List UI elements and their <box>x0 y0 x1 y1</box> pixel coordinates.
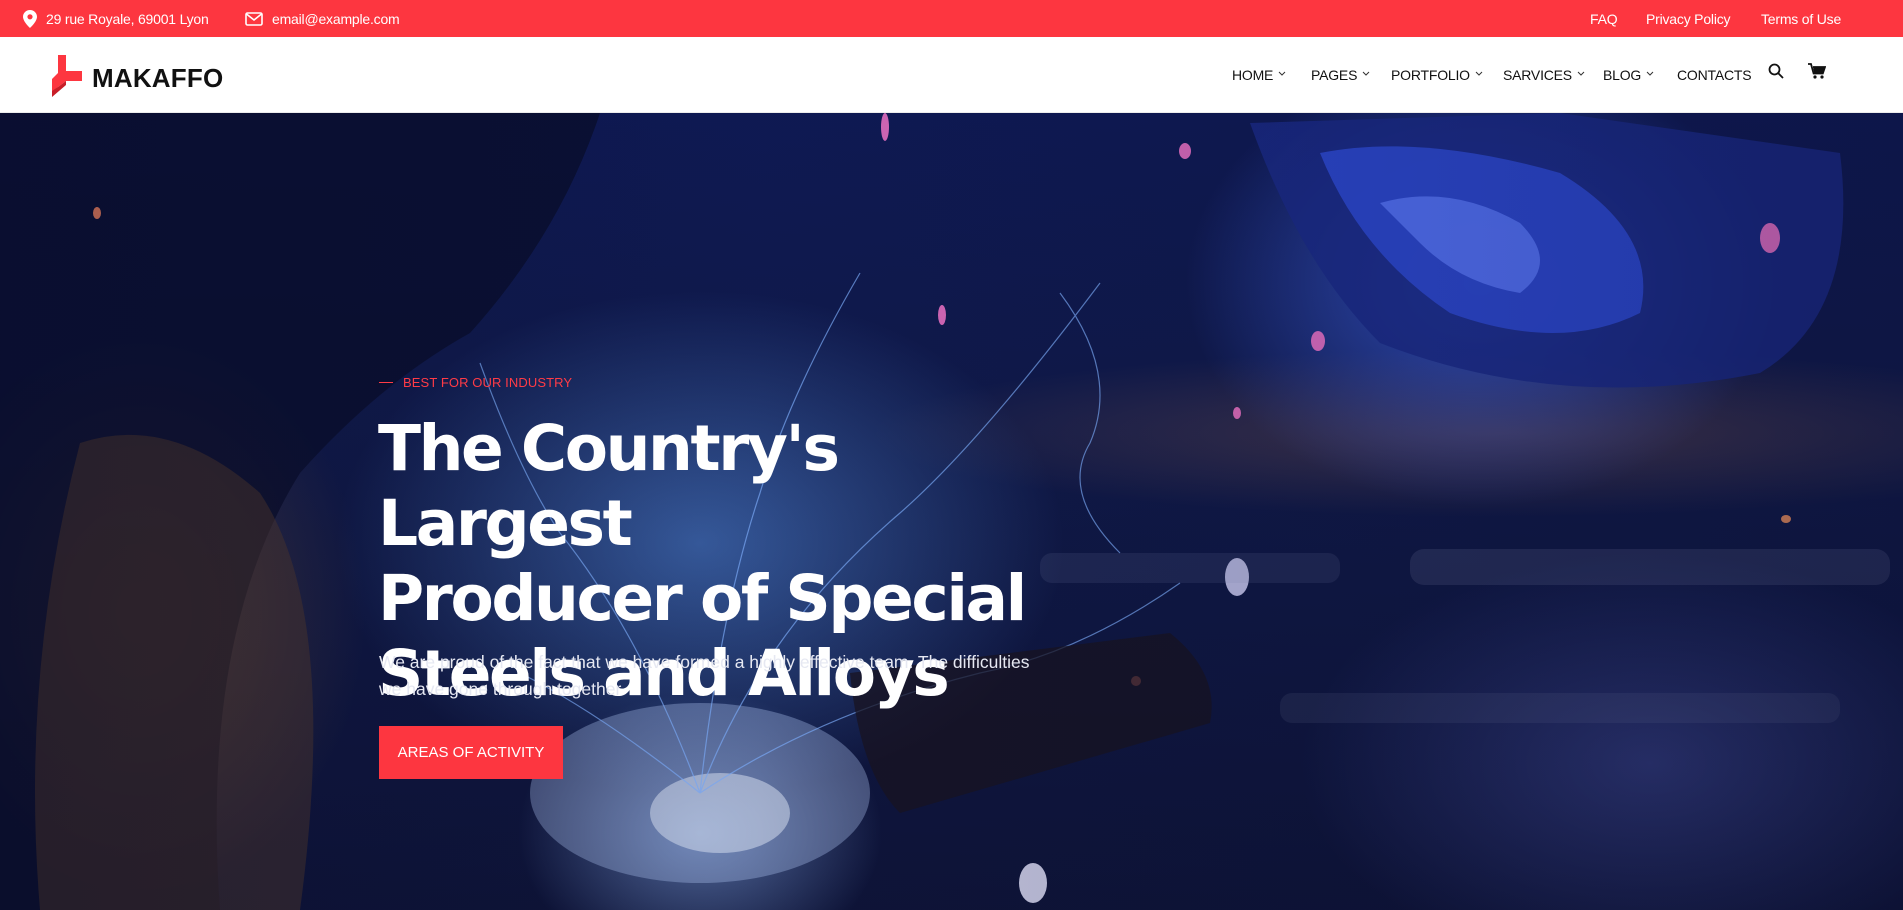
faq-link-wrap[interactable]: FAQ <box>1590 0 1618 37</box>
areas-of-activity-button[interactable]: AREAS OF ACTIVITY <box>379 726 563 779</box>
envelope-icon <box>245 11 263 26</box>
hero-section: BEST FOR OUR INDUSTRY The Country's Larg… <box>0 113 1903 910</box>
nav-item-label: SARVICES <box>1503 67 1572 83</box>
privacy-policy-link[interactable]: Privacy Policy <box>1646 11 1731 27</box>
nav-item-label: PORTFOLIO <box>1391 67 1470 83</box>
hero-subtitle: We are proud of the fact that we have fo… <box>379 649 1059 703</box>
privacy-policy-link-wrap[interactable]: Privacy Policy <box>1646 0 1731 37</box>
main-nav: HOME PAGES PORTFOLIO SARVICES BLOG CONTA… <box>0 37 1903 113</box>
nav-item-pages[interactable]: PAGES <box>1311 37 1370 113</box>
email-info[interactable]: email@example.com <box>245 0 400 37</box>
nav-item-label: CONTACTS <box>1677 67 1752 83</box>
map-pin-icon <box>23 9 37 28</box>
headline-line-2: Producer of Special <box>378 562 1027 635</box>
nav-item-services[interactable]: SARVICES <box>1503 37 1585 113</box>
subtitle-line-1: We are proud of the fact that we have fo… <box>379 652 1030 672</box>
kicker-text: BEST FOR OUR INDUSTRY <box>403 375 573 390</box>
chevron-down-icon <box>1362 71 1370 76</box>
address-text: 29 rue Royale, 69001 Lyon <box>46 10 209 27</box>
nav-item-label: BLOG <box>1603 67 1642 83</box>
faq-link[interactable]: FAQ <box>1590 11 1618 27</box>
headline-line-1: The Country's Largest <box>378 412 840 560</box>
nav-item-label: HOME <box>1232 67 1274 83</box>
nav-item-label: PAGES <box>1311 67 1358 83</box>
top-bar: 29 rue Royale, 69001 Lyon email@example.… <box>0 0 1903 37</box>
nav-item-home[interactable]: HOME <box>1232 37 1286 113</box>
kicker-line <box>379 382 393 383</box>
hero-kicker: BEST FOR OUR INDUSTRY <box>379 375 572 390</box>
site-header: MAKAFFO HOME PAGES PORTFOLIO SARVICES BL… <box>0 37 1903 113</box>
email-link[interactable]: email@example.com <box>272 11 400 27</box>
nav-item-blog[interactable]: BLOG <box>1603 37 1654 113</box>
terms-of-use-link-wrap[interactable]: Terms of Use <box>1761 0 1841 37</box>
chevron-down-icon <box>1475 71 1483 76</box>
address-info: 29 rue Royale, 69001 Lyon <box>23 0 209 37</box>
cart-icon[interactable] <box>1808 63 1826 79</box>
nav-item-contacts[interactable]: CONTACTS <box>1677 37 1752 113</box>
chevron-down-icon <box>1278 71 1286 76</box>
terms-of-use-link[interactable]: Terms of Use <box>1761 11 1841 27</box>
nav-item-portfolio[interactable]: PORTFOLIO <box>1391 37 1483 113</box>
subtitle-line-2: we have gone through together <box>379 679 622 699</box>
chevron-down-icon <box>1577 71 1585 76</box>
search-icon[interactable] <box>1768 63 1784 79</box>
chevron-down-icon <box>1646 71 1654 76</box>
